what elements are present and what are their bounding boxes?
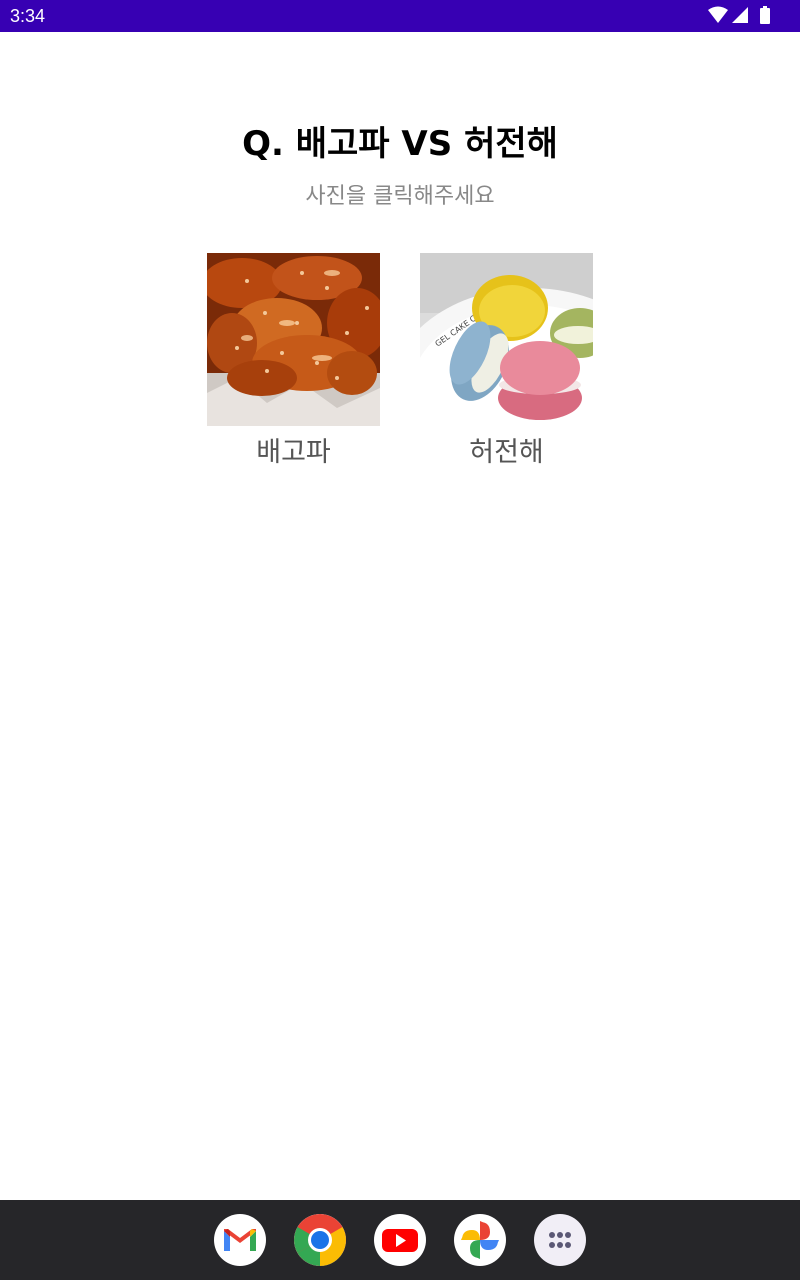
- signal-icon: [732, 7, 748, 23]
- gmail-icon: [224, 1229, 256, 1251]
- youtube-icon: [382, 1229, 418, 1252]
- choice-card-hungry[interactable]: 배고파: [207, 253, 380, 470]
- youtube-app-button[interactable]: [374, 1214, 426, 1266]
- choice-label-hungry: 배고파: [256, 437, 331, 468]
- app-drawer-icon: [549, 1232, 571, 1248]
- gmail-app-button[interactable]: [214, 1214, 266, 1266]
- photos-app-button[interactable]: [454, 1214, 506, 1266]
- choice-card-empty[interactable]: GEL CAKE COMPANY 허전해: [420, 253, 593, 470]
- chrome-icon: [294, 1214, 346, 1266]
- battery-icon: [760, 6, 770, 24]
- app-dock: [0, 1200, 800, 1280]
- status-time: 3:34: [10, 6, 46, 26]
- app-drawer-button[interactable]: [534, 1214, 586, 1266]
- instruction-text: 사진을 클릭해주세요: [305, 184, 495, 209]
- wifi-icon: [708, 6, 728, 23]
- choice-label-empty: 허전해: [469, 437, 544, 468]
- macarons-photo[interactable]: GEL CAKE COMPANY: [420, 253, 593, 426]
- fried-chicken-photo[interactable]: [207, 253, 380, 426]
- status-bar: 3:34: [0, 0, 800, 32]
- question-title: Q. 배고파 VS 허전해: [242, 124, 558, 164]
- photos-icon: [461, 1221, 499, 1259]
- chrome-app-button[interactable]: [294, 1214, 346, 1266]
